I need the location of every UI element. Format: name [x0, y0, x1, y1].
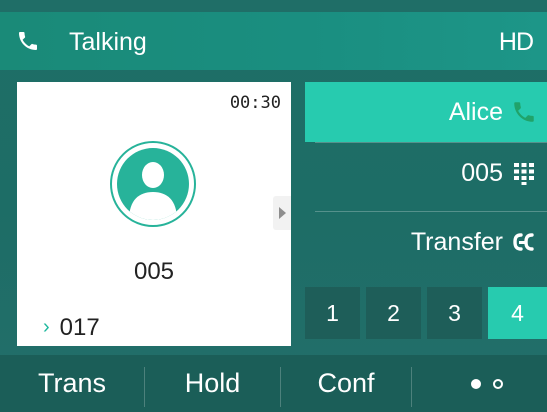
transfer-row[interactable]: Transfer — [305, 212, 547, 272]
phone-icon — [514, 102, 534, 122]
line-indicator-icon: › — [43, 316, 50, 338]
contact-avatar-icon — [110, 141, 196, 227]
call-card[interactable]: 00:30 005 › 017 — [17, 82, 291, 346]
line-row: › 017 — [43, 314, 100, 342]
hd-badge: HD — [498, 28, 534, 56]
caller-number: 005 — [133, 258, 175, 285]
panel-toggle-handle[interactable] — [273, 196, 291, 230]
dial-number: 005 — [461, 159, 503, 187]
transfer-icon — [513, 233, 534, 251]
call-duration: 00:30 — [229, 93, 281, 113]
dialpad-icon — [514, 163, 534, 185]
line-key-4[interactable]: 4 — [488, 287, 547, 339]
line-number: 017 — [59, 314, 100, 341]
line-keys: 1 2 3 4 — [305, 287, 547, 339]
contact-row-alice[interactable]: Alice — [305, 82, 547, 142]
softkey-bar: Trans Hold Conf — [0, 355, 547, 412]
more-dots-icon — [471, 379, 503, 389]
call-status: Talking — [69, 28, 147, 56]
phone-icon — [19, 32, 37, 50]
trans-softkey[interactable]: Trans — [0, 355, 144, 412]
line-key-2[interactable]: 2 — [366, 287, 421, 339]
more-softkey[interactable] — [412, 355, 547, 412]
line-key-3[interactable]: 3 — [427, 287, 482, 339]
line-key-1[interactable]: 1 — [305, 287, 360, 339]
contact-name: Alice — [448, 98, 503, 126]
number-row[interactable]: 005 — [305, 143, 547, 203]
phone-screen: Talking HD 00:30 005 › 017 Alice 005 Tra… — [0, 0, 547, 412]
conf-softkey[interactable]: Conf — [281, 355, 411, 412]
title-bar: Talking HD — [0, 12, 547, 70]
transfer-label: Transfer — [410, 228, 503, 256]
hold-softkey[interactable]: Hold — [145, 355, 280, 412]
